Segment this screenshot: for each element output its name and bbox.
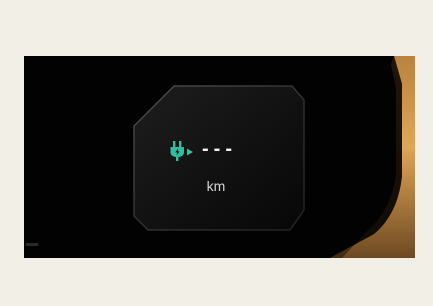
photo-background: --- km (0, 0, 433, 306)
range-unit: km (206, 178, 226, 194)
instrument-display: --- km (24, 56, 415, 258)
bezel-mark (26, 243, 38, 246)
range-value: --- (202, 138, 237, 160)
charging-plug-icon (170, 141, 193, 161)
